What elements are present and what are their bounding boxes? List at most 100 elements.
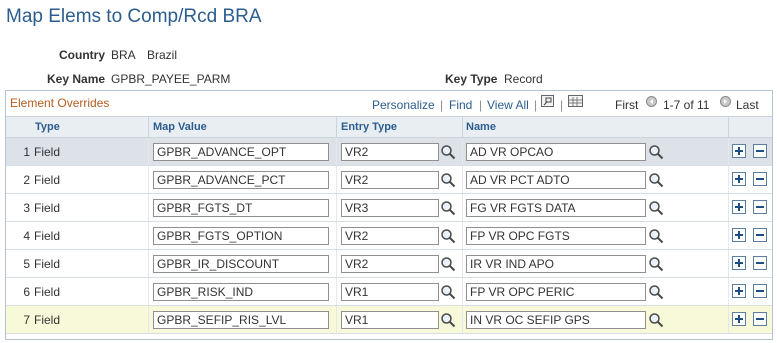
entry-type-input[interactable] bbox=[341, 255, 439, 273]
cell-divider bbox=[728, 222, 729, 249]
country-code: BRA bbox=[111, 48, 136, 62]
magnifier-icon[interactable] bbox=[648, 144, 664, 160]
cell-divider bbox=[148, 166, 149, 193]
table-row: 1 Field bbox=[6, 138, 772, 166]
delete-row-button[interactable] bbox=[753, 200, 767, 214]
row-type: Field bbox=[34, 201, 61, 215]
cell-divider bbox=[462, 222, 463, 249]
column-header-entry-type: Entry Type bbox=[341, 121, 398, 133]
cell-divider bbox=[728, 194, 729, 221]
next-icon[interactable] bbox=[720, 96, 731, 107]
name-input[interactable] bbox=[466, 227, 646, 245]
grid-title: Element Overrides bbox=[10, 96, 110, 110]
magnifier-icon[interactable] bbox=[440, 172, 456, 188]
table-row: 6 Field bbox=[6, 278, 772, 306]
name-input[interactable] bbox=[466, 311, 646, 329]
entry-type-input[interactable] bbox=[341, 227, 439, 245]
column-divider bbox=[148, 117, 149, 138]
map-value-input[interactable] bbox=[153, 227, 329, 245]
cell-divider bbox=[148, 250, 149, 277]
add-row-button[interactable] bbox=[732, 228, 746, 242]
grid-column-header: Type Map Value Entry Type Name bbox=[6, 116, 772, 138]
column-divider bbox=[462, 117, 463, 138]
cell-divider bbox=[336, 222, 337, 249]
entry-type-input[interactable] bbox=[341, 171, 439, 189]
magnifier-icon[interactable] bbox=[440, 312, 456, 328]
delete-row-button[interactable] bbox=[753, 284, 767, 298]
table-row: 3 Field bbox=[6, 194, 772, 222]
entry-type-input[interactable] bbox=[341, 283, 439, 301]
table-row: 4 Field bbox=[6, 222, 772, 250]
cell-divider bbox=[462, 278, 463, 305]
cell-divider bbox=[462, 138, 463, 165]
entry-type-input[interactable] bbox=[341, 199, 439, 217]
cell-divider bbox=[336, 138, 337, 165]
find-link[interactable]: Find bbox=[449, 98, 472, 112]
add-row-button[interactable] bbox=[732, 284, 746, 298]
map-value-input[interactable] bbox=[153, 255, 329, 273]
entry-type-input[interactable] bbox=[341, 311, 439, 329]
delete-row-button[interactable] bbox=[753, 256, 767, 270]
row-number: 6 bbox=[23, 285, 30, 299]
cell-divider bbox=[728, 166, 729, 193]
name-input[interactable] bbox=[466, 199, 646, 217]
map-value-input[interactable] bbox=[153, 199, 329, 217]
map-value-input[interactable] bbox=[153, 283, 329, 301]
map-value-input[interactable] bbox=[153, 143, 329, 161]
add-row-button[interactable] bbox=[732, 144, 746, 158]
cell-divider bbox=[336, 194, 337, 221]
magnifier-icon[interactable] bbox=[648, 200, 664, 216]
add-row-button[interactable] bbox=[732, 312, 746, 326]
delete-row-button[interactable] bbox=[753, 228, 767, 242]
magnifier-icon[interactable] bbox=[648, 312, 664, 328]
magnifier-icon[interactable] bbox=[440, 228, 456, 244]
zoom-icon[interactable] bbox=[541, 95, 554, 107]
spreadsheet-icon[interactable] bbox=[568, 95, 583, 107]
column-header-type: Type bbox=[35, 121, 60, 133]
delete-row-button[interactable] bbox=[753, 172, 767, 186]
record-range: 1-7 of 11 bbox=[663, 98, 710, 112]
magnifier-icon[interactable] bbox=[648, 172, 664, 188]
add-row-button[interactable] bbox=[732, 256, 746, 270]
row-type: Field bbox=[34, 173, 61, 187]
map-value-input[interactable] bbox=[153, 311, 329, 329]
magnifier-icon[interactable] bbox=[648, 256, 664, 272]
cell-divider bbox=[728, 306, 729, 333]
nav-separator: | bbox=[440, 98, 444, 112]
name-input[interactable] bbox=[466, 143, 646, 161]
table-row: 7 Field bbox=[6, 306, 772, 334]
cell-divider bbox=[462, 250, 463, 277]
key-name-value: GPBR_PAYEE_PARM bbox=[111, 72, 231, 86]
cell-divider bbox=[336, 306, 337, 333]
entry-type-input[interactable] bbox=[341, 143, 439, 161]
magnifier-icon[interactable] bbox=[440, 200, 456, 216]
key-name-label: Key Name bbox=[47, 72, 106, 86]
cell-divider bbox=[728, 138, 729, 165]
name-input[interactable] bbox=[466, 255, 646, 273]
previous-icon[interactable] bbox=[646, 96, 657, 107]
row-type: Field bbox=[34, 257, 61, 271]
name-input[interactable] bbox=[466, 171, 646, 189]
magnifier-icon[interactable] bbox=[440, 284, 456, 300]
view-all-link[interactable]: View All bbox=[487, 98, 529, 112]
delete-row-button[interactable] bbox=[753, 312, 767, 326]
cell-divider bbox=[336, 278, 337, 305]
magnifier-icon[interactable] bbox=[440, 144, 456, 160]
name-input[interactable] bbox=[466, 283, 646, 301]
country-name: Brazil bbox=[147, 48, 178, 62]
add-row-button[interactable] bbox=[732, 172, 746, 186]
map-value-input[interactable] bbox=[153, 171, 329, 189]
cell-divider bbox=[148, 306, 149, 333]
personalize-link[interactable]: Personalize bbox=[372, 98, 435, 112]
cell-divider bbox=[462, 194, 463, 221]
magnifier-icon[interactable] bbox=[440, 256, 456, 272]
magnifier-icon[interactable] bbox=[648, 228, 664, 244]
cell-divider bbox=[336, 250, 337, 277]
magnifier-icon[interactable] bbox=[648, 284, 664, 300]
add-row-button[interactable] bbox=[732, 200, 746, 214]
delete-row-button[interactable] bbox=[753, 144, 767, 158]
column-header-name: Name bbox=[466, 121, 496, 133]
cell-divider bbox=[148, 278, 149, 305]
column-header-map-value: Map Value bbox=[153, 121, 207, 133]
row-number: 7 bbox=[23, 313, 30, 327]
